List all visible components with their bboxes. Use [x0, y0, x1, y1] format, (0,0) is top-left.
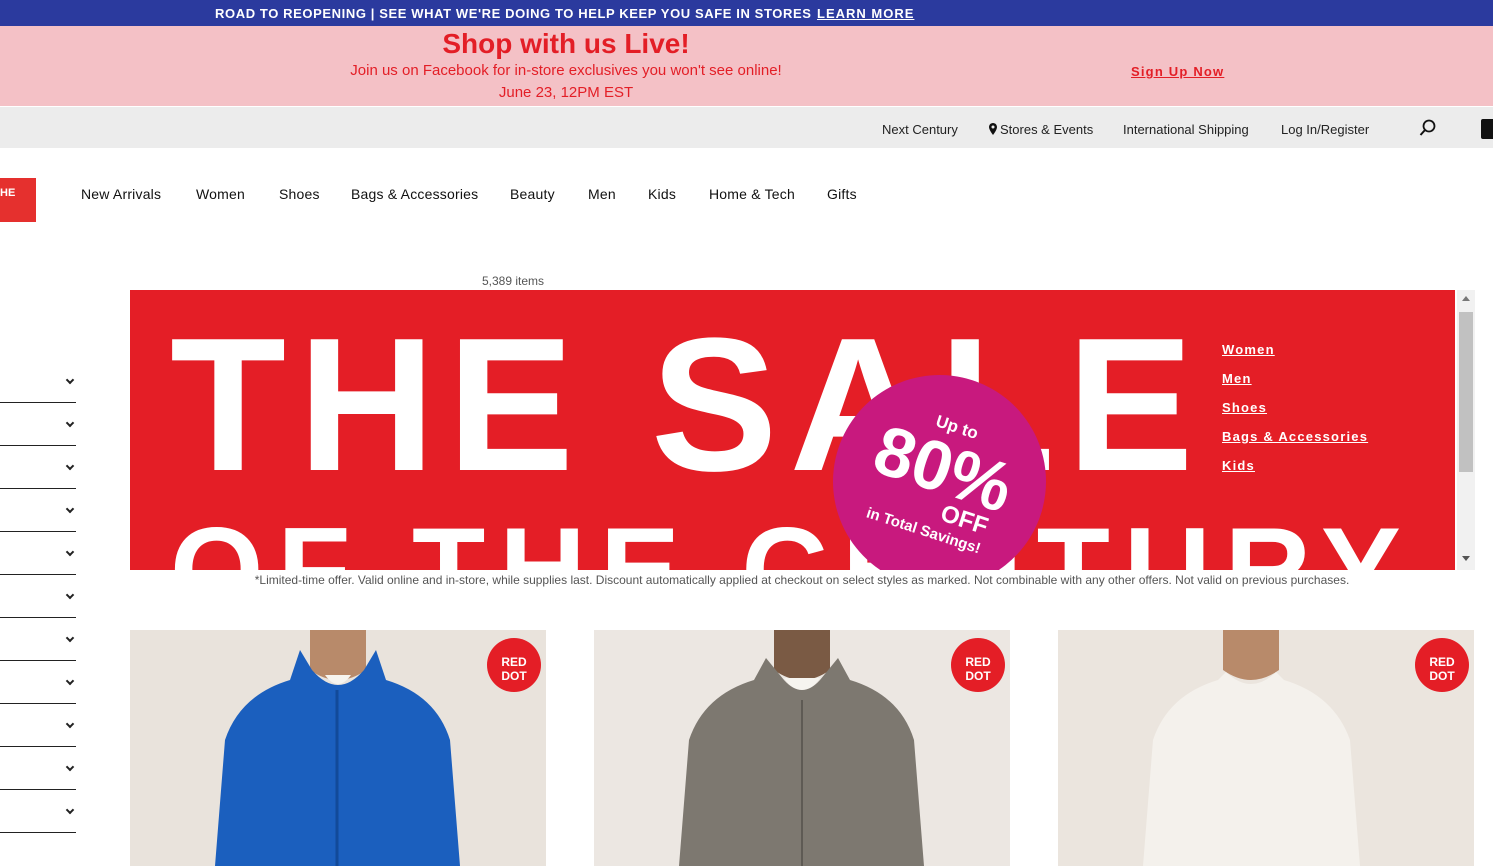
- location-pin-icon: [989, 123, 997, 135]
- learn-more-link[interactable]: LEARN MORE: [817, 6, 914, 21]
- chevron-down-icon: [65, 719, 75, 729]
- banner-link-bags-accessories[interactable]: Bags & Accessories: [1222, 429, 1368, 444]
- next-century-link[interactable]: Next Century: [882, 122, 958, 137]
- filter-row[interactable]: [0, 661, 76, 704]
- banner-link-shoes[interactable]: Shoes: [1222, 400, 1368, 415]
- nav-new-arrivals[interactable]: New Arrivals: [81, 186, 161, 202]
- international-shipping-link[interactable]: International Shipping: [1123, 122, 1249, 137]
- filter-row[interactable]: [0, 704, 76, 747]
- stores-events-link[interactable]: Stores & Events: [989, 122, 1093, 137]
- promo-subline: Join us on Facebook for in-store exclusi…: [350, 62, 782, 79]
- nav-women[interactable]: Women: [196, 186, 245, 202]
- sale-disclaimer: *Limited-time offer. Valid online and in…: [254, 573, 1350, 587]
- promo-headline: Shop with us Live!: [442, 28, 690, 59]
- promo-date: June 23, 12PM EST: [498, 84, 634, 101]
- chevron-down-icon: [65, 805, 75, 815]
- chevron-down-icon: [65, 676, 75, 686]
- product-card[interactable]: RED DOT: [1058, 630, 1474, 866]
- banner-title-line2: OF THE CENTURY: [170, 503, 1415, 570]
- chevron-down-icon: [65, 590, 75, 600]
- nav-bags-accessories[interactable]: Bags & Accessories: [351, 186, 478, 202]
- banner-category-links: Women Men Shoes Bags & Accessories Kids: [1222, 342, 1368, 487]
- product-card[interactable]: RED DOT: [594, 630, 1010, 866]
- filter-row[interactable]: [0, 575, 76, 618]
- login-register-link[interactable]: Log In/Register: [1281, 122, 1369, 137]
- nav-home-tech[interactable]: Home & Tech: [709, 186, 795, 202]
- scrollbar-thumb[interactable]: [1459, 312, 1473, 472]
- announcement-message: ROAD TO REOPENING | SEE WHAT WE'RE DOING…: [215, 6, 812, 21]
- product-card[interactable]: RED DOT: [130, 630, 546, 866]
- banner-link-women[interactable]: Women: [1222, 342, 1368, 357]
- chevron-down-icon: [65, 547, 75, 557]
- filter-row[interactable]: [0, 489, 76, 532]
- product-image: [594, 630, 1010, 866]
- search-icon[interactable]: [1419, 119, 1437, 137]
- sign-up-now-link[interactable]: Sign Up Now: [1131, 64, 1224, 79]
- banner-link-kids[interactable]: Kids: [1222, 458, 1368, 473]
- nav-beauty[interactable]: Beauty: [510, 186, 555, 202]
- nav-shoes[interactable]: Shoes: [279, 186, 320, 202]
- nav-men[interactable]: Men: [588, 186, 616, 202]
- nav-gifts[interactable]: Gifts: [827, 186, 857, 202]
- item-count: 5,389 items: [482, 274, 545, 288]
- chevron-down-icon: [65, 504, 75, 514]
- sale-banner[interactable]: THE SALE OF THE CENTURY Up to 80% OFF in…: [130, 290, 1455, 570]
- banner-scrollbar[interactable]: [1457, 290, 1475, 570]
- product-image: [130, 630, 546, 866]
- scroll-down-icon[interactable]: [1462, 556, 1470, 561]
- filter-row[interactable]: [0, 360, 76, 403]
- banner-link-men[interactable]: Men: [1222, 371, 1368, 386]
- stores-events-label: Stores & Events: [1000, 122, 1094, 137]
- scroll-up-icon[interactable]: [1462, 296, 1470, 301]
- chevron-down-icon: [65, 375, 75, 385]
- shopping-bag-icon[interactable]: [1481, 119, 1493, 139]
- chevron-down-icon: [65, 762, 75, 772]
- filter-row[interactable]: [0, 403, 76, 446]
- filter-row[interactable]: [0, 446, 76, 489]
- chevron-down-icon: [65, 418, 75, 428]
- promo-banner: Shop with us Live! Join us on Facebook f…: [0, 26, 1493, 106]
- announcement-bar: ROAD TO REOPENING | SEE WHAT WE'RE DOING…: [0, 0, 1493, 26]
- site-logo[interactable]: HE: [0, 178, 36, 222]
- chevron-down-icon: [65, 633, 75, 643]
- filter-row[interactable]: [0, 790, 76, 833]
- filter-row[interactable]: [0, 618, 76, 661]
- filter-row[interactable]: [0, 747, 76, 790]
- red-dot-badge: RED DOT: [951, 638, 1005, 692]
- red-dot-badge: RED DOT: [487, 638, 541, 692]
- nav-kids[interactable]: Kids: [648, 186, 676, 202]
- filter-row[interactable]: [0, 532, 76, 575]
- red-dot-badge: RED DOT: [1415, 638, 1469, 692]
- utility-nav: Next Century Stores & Events Internation…: [0, 107, 1493, 148]
- chevron-down-icon: [65, 461, 75, 471]
- product-image: [1058, 630, 1474, 866]
